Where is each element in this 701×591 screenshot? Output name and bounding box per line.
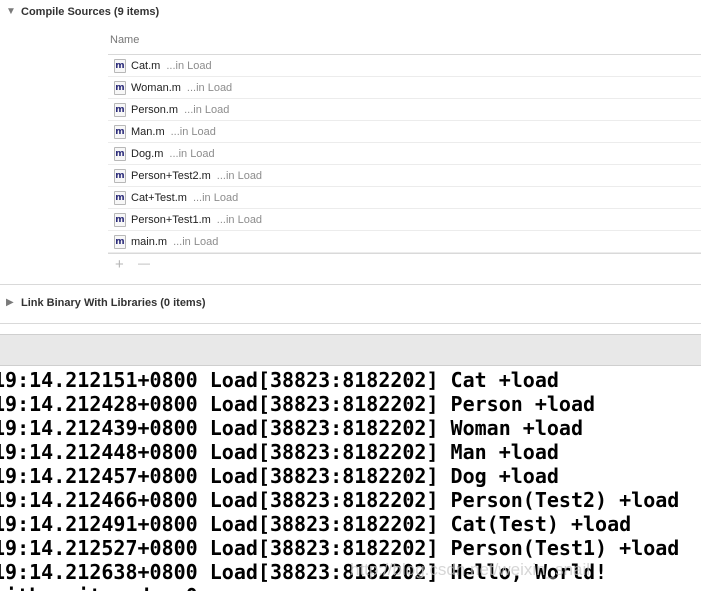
file-name-group: Dog.m ...in Load [131, 147, 215, 161]
console-line: rith exit code: 0 [0, 584, 198, 591]
objc-file-icon: m [114, 213, 126, 227]
list-bottom-divider [108, 253, 701, 254]
objc-file-icon: m [114, 147, 126, 161]
console-line: 19:14.212457+0800 Load[38823:8182202] Do… [0, 464, 559, 488]
file-name: Person+Test1.m [131, 214, 211, 226]
watermark: http://blog.csdn.net/weixin_snail [350, 560, 591, 579]
file-name: main.m [131, 236, 168, 248]
file-name: Person.m [131, 104, 179, 116]
file-row[interactable]: m Person+Test1.m ...in Load [108, 209, 701, 231]
file-name-group: Person+Test2.m ...in Load [131, 169, 262, 183]
file-location: ...in Load [170, 126, 216, 138]
file-row[interactable]: m Cat+Test.m ...in Load [108, 187, 701, 209]
console-line: 19:14.212151+0800 Load[38823:8182202] Ca… [0, 368, 559, 392]
objc-file-icon: m [114, 191, 126, 205]
objc-file-icon: m [114, 81, 126, 95]
file-icon-letter: m [115, 127, 125, 137]
name-column-header[interactable]: Name [110, 33, 139, 47]
file-location: ...in Load [184, 104, 230, 116]
file-name: Cat.m [131, 60, 161, 72]
file-location: ...in Load [173, 236, 219, 248]
add-file-button[interactable]: + [115, 257, 124, 272]
console-output[interactable]: 19:14.212151+0800 Load[38823:8182202] Ca… [0, 366, 701, 591]
section-divider [0, 284, 701, 285]
file-row[interactable]: m Dog.m ...in Load [108, 143, 701, 165]
file-row[interactable]: m Woman.m ...in Load [108, 77, 701, 99]
objc-file-icon: m [114, 59, 126, 73]
file-row[interactable]: m Cat.m ...in Load [108, 55, 701, 77]
file-name-group: Person+Test1.m ...in Load [131, 213, 262, 227]
file-location: ...in Load [192, 192, 239, 204]
remove-file-button[interactable]: — [138, 256, 150, 271]
console-line: 19:14.212428+0800 Load[38823:8182202] Pe… [0, 392, 596, 416]
compile-sources-disclosure-icon[interactable]: ▼ [6, 6, 16, 18]
console-line: 19:14.212491+0800 Load[38823:8182202] Ca… [0, 512, 632, 536]
file-name-group: Cat.m ...in Load [131, 59, 212, 73]
file-icon-letter: m [115, 193, 125, 203]
file-icon-letter: m [115, 237, 125, 247]
file-name: Person+Test2.m [131, 170, 211, 182]
file-name: Woman.m [131, 82, 181, 94]
console-line: 19:14.212527+0800 Load[38823:8182202] Pe… [0, 536, 680, 560]
file-location: ...in Load [166, 60, 212, 72]
file-row[interactable]: m main.m ...in Load [108, 231, 701, 253]
file-row[interactable]: m Person.m ...in Load [108, 99, 701, 121]
console-line: 19:14.212439+0800 Load[38823:8182202] Wo… [0, 416, 584, 440]
file-name: Man.m [131, 126, 165, 138]
file-icon-letter: m [115, 171, 125, 181]
file-icon-letter: m [115, 105, 125, 115]
objc-file-icon: m [114, 103, 126, 117]
file-name: Cat+Test.m [131, 192, 187, 204]
link-binary-title: Link Binary With Libraries (0 items) [21, 297, 206, 309]
file-location: ...in Load [216, 170, 263, 182]
file-name-group: Person.m ...in Load [131, 103, 229, 117]
console-toolbar [0, 334, 701, 366]
file-row[interactable]: m Man.m ...in Load [108, 121, 701, 143]
objc-file-icon: m [114, 125, 126, 139]
section-divider-2 [0, 323, 701, 324]
file-name-group: main.m ...in Load [131, 235, 218, 249]
file-location: ...in Load [216, 214, 263, 226]
file-name-group: Man.m ...in Load [131, 125, 216, 139]
objc-file-icon: m [114, 169, 126, 183]
objc-file-icon: m [114, 235, 126, 249]
file-location: ...in Load [169, 148, 215, 160]
file-name-group: Cat+Test.m ...in Load [131, 191, 238, 205]
file-icon-letter: m [115, 149, 125, 159]
console-line: 19:14.212448+0800 Load[38823:8182202] Ma… [0, 440, 559, 464]
file-icon-letter: m [115, 215, 125, 225]
link-binary-disclosure-icon[interactable]: ▶ [6, 297, 14, 309]
file-name: Dog.m [131, 148, 164, 160]
file-row[interactable]: m Person+Test2.m ...in Load [108, 165, 701, 187]
file-name-group: Woman.m ...in Load [131, 81, 232, 95]
file-icon-letter: m [115, 61, 125, 71]
file-icon-letter: m [115, 83, 125, 93]
console-line: 19:14.212466+0800 Load[38823:8182202] Pe… [0, 488, 680, 512]
compile-sources-title: Compile Sources (9 items) [21, 6, 160, 18]
file-location: ...in Load [186, 82, 233, 94]
